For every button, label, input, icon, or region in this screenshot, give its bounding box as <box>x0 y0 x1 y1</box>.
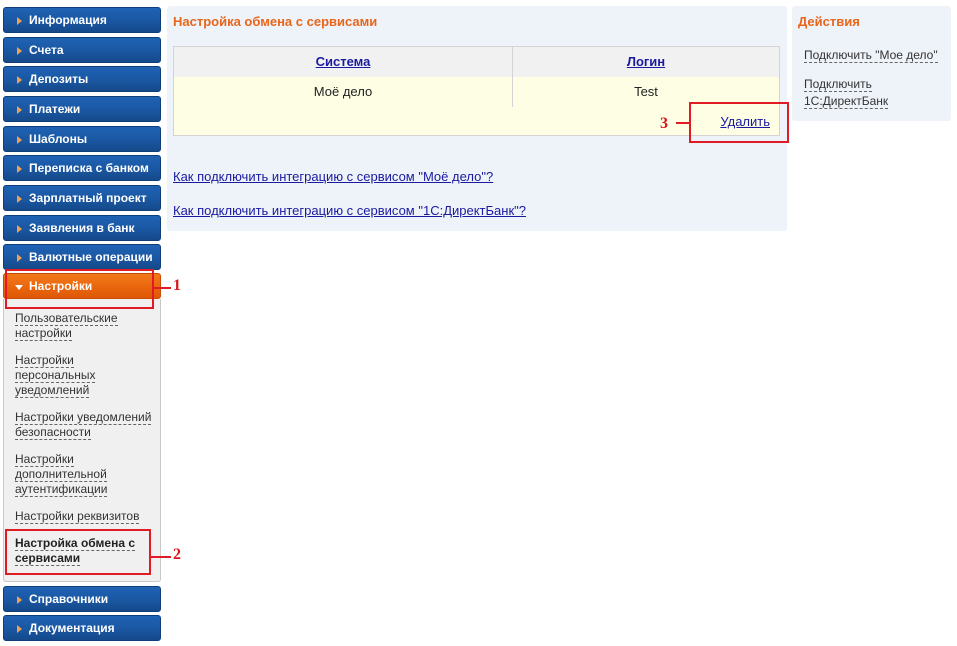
annotation-number-1: 1 <box>173 277 181 294</box>
nav-item-payments[interactable]: Платежи <box>3 96 161 122</box>
arrow-right-icon <box>17 47 22 55</box>
arrow-right-icon <box>17 254 22 262</box>
arrow-right-icon <box>17 106 22 114</box>
submenu-item-label: Настройки персональных уведомлений <box>15 353 96 398</box>
nav-item-label: Платежи <box>29 102 81 116</box>
arrow-right-icon <box>17 165 22 173</box>
nav-item-bank-applications[interactable]: Заявления в банк <box>3 215 161 241</box>
connect-moe-delo-link[interactable]: Подключить "Мое дело" <box>804 47 944 64</box>
annotation-box-1 <box>5 269 154 309</box>
annotation-line-3 <box>676 122 689 124</box>
annotation-box-3 <box>689 102 789 143</box>
nav-item-reference[interactable]: Справочники <box>3 586 161 612</box>
column-header-login: Логин <box>513 47 779 78</box>
arrow-right-icon <box>17 625 22 633</box>
nav-item-label: Валютные операции <box>29 250 153 264</box>
nav-item-accounts[interactable]: Счета <box>3 37 161 63</box>
actions-panel: Действия Подключить "Мое дело" Подключит… <box>792 6 951 121</box>
sort-system-link[interactable]: Система <box>316 54 371 69</box>
actions-title: Действия <box>798 14 860 29</box>
arrow-right-icon <box>17 136 22 144</box>
nav-item-label: Заявления в банк <box>29 221 135 235</box>
sort-login-link[interactable]: Логин <box>627 54 665 69</box>
nav-item-label: Справочники <box>29 592 109 606</box>
action-item-label: Подключить "Мое дело" <box>804 48 938 63</box>
submenu-item-label: Пользовательские настройки <box>15 311 118 341</box>
nav-item-info[interactable]: Информация <box>3 7 161 33</box>
nav-item-label: Зарплатный проект <box>29 191 147 205</box>
nav-item-label: Информация <box>29 13 107 27</box>
help-link-1c-directbank[interactable]: Как подключить интеграцию с сервисом "1С… <box>173 203 526 218</box>
annotation-box-2 <box>5 529 151 575</box>
submenu-item-requisites[interactable]: Настройки реквизитов <box>15 509 155 524</box>
submenu-item-label: Настройки уведомлений безопасности <box>15 410 152 440</box>
arrow-right-icon <box>17 195 22 203</box>
nav-item-label: Переписка с банком <box>29 161 149 175</box>
page-title: Настройка обмена с сервисами <box>173 14 378 29</box>
nav-item-templates[interactable]: Шаблоны <box>3 126 161 152</box>
nav-item-currency-operations[interactable]: Валютные операции <box>3 244 161 270</box>
help-link-moe-delo[interactable]: Как подключить интеграцию с сервисом "Мо… <box>173 169 493 184</box>
annotation-number-2: 2 <box>173 546 181 563</box>
nav-item-label: Депозиты <box>29 72 89 86</box>
arrow-right-icon <box>17 17 22 25</box>
nav-item-correspondence[interactable]: Переписка с банком <box>3 155 161 181</box>
nav-item-label: Счета <box>29 43 64 57</box>
cell-system: Моё дело <box>174 77 512 108</box>
annotation-number-3: 3 <box>660 115 668 132</box>
submenu-item-additional-auth[interactable]: Настройки дополнительной аутентификации <box>15 452 155 497</box>
submenu-item-personal-notifications[interactable]: Настройки персональных уведомлений <box>15 353 155 398</box>
arrow-right-icon <box>17 225 22 233</box>
column-header-system: Система <box>174 47 512 78</box>
submenu-item-security-notifications[interactable]: Настройки уведомлений безопасности <box>15 410 155 440</box>
annotation-line-2 <box>151 556 171 558</box>
connect-1c-directbank-link[interactable]: Подключить 1С:ДиректБанк <box>804 76 944 110</box>
submenu-item-label: Настройки дополнительной аутентификации <box>15 452 108 497</box>
submenu-item-user-settings[interactable]: Пользовательские настройки <box>15 311 155 341</box>
nav-item-label: Документация <box>29 621 115 635</box>
arrow-right-icon <box>17 76 22 84</box>
annotation-line-1 <box>154 287 171 289</box>
submenu-item-label: Настройки реквизитов <box>15 509 140 524</box>
nav-item-salary-project[interactable]: Зарплатный проект <box>3 185 161 211</box>
nav-item-documentation[interactable]: Документация <box>3 615 161 641</box>
column-divider <box>512 47 513 107</box>
arrow-right-icon <box>17 596 22 604</box>
action-item-label: Подключить 1С:ДиректБанк <box>804 77 889 109</box>
nav-item-deposits[interactable]: Депозиты <box>3 66 161 92</box>
nav-item-label: Шаблоны <box>29 132 88 146</box>
